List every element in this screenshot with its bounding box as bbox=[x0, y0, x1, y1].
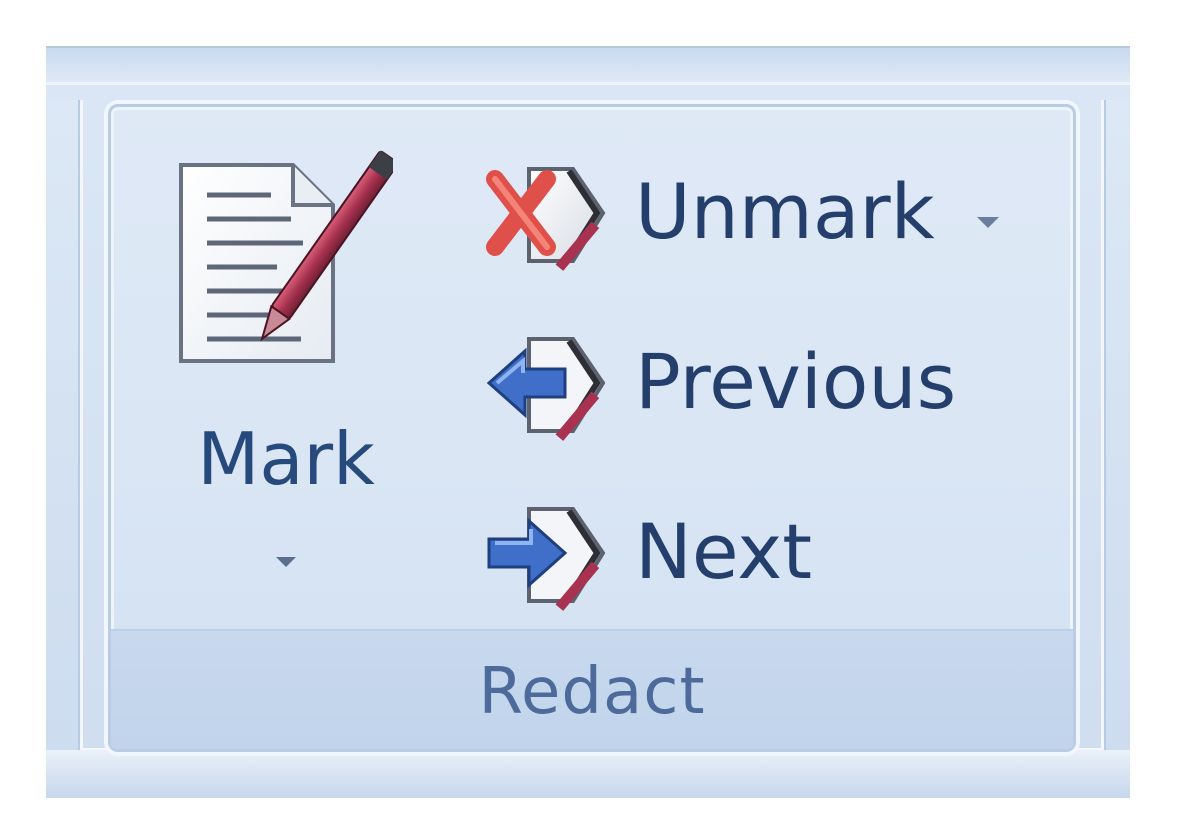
unmark-red-x-icon bbox=[477, 157, 617, 277]
previous-button-label: Previous bbox=[635, 337, 957, 426]
redact-group-label: Redact bbox=[478, 655, 706, 729]
unmark-button-label: Unmark bbox=[635, 167, 935, 256]
ribbon-top-band bbox=[46, 48, 1130, 85]
mark-button[interactable]: Mark bbox=[161, 127, 411, 607]
unmark-button[interactable]: Unmark bbox=[477, 147, 1017, 287]
group-label-bar: Redact bbox=[111, 629, 1073, 749]
mark-document-pen-icon bbox=[173, 147, 399, 387]
ribbon-bottom-band bbox=[46, 748, 1130, 798]
redact-group: Mark Unmark Previous Next Redact bbox=[108, 104, 1076, 752]
adjacent-group-left bbox=[46, 100, 83, 750]
next-button-label: Next bbox=[635, 507, 813, 596]
previous-button[interactable]: Previous bbox=[477, 317, 957, 457]
mark-dropdown-arrow-icon[interactable] bbox=[276, 557, 296, 567]
ribbon: Mark Unmark Previous Next Redact bbox=[46, 46, 1130, 798]
mark-button-label: Mark bbox=[197, 417, 375, 501]
unmark-dropdown-arrow-icon[interactable] bbox=[977, 217, 999, 228]
previous-arrow-icon bbox=[477, 327, 617, 447]
next-arrow-icon bbox=[477, 497, 617, 617]
next-button[interactable]: Next bbox=[477, 487, 877, 627]
adjacent-group-right bbox=[1101, 100, 1130, 750]
